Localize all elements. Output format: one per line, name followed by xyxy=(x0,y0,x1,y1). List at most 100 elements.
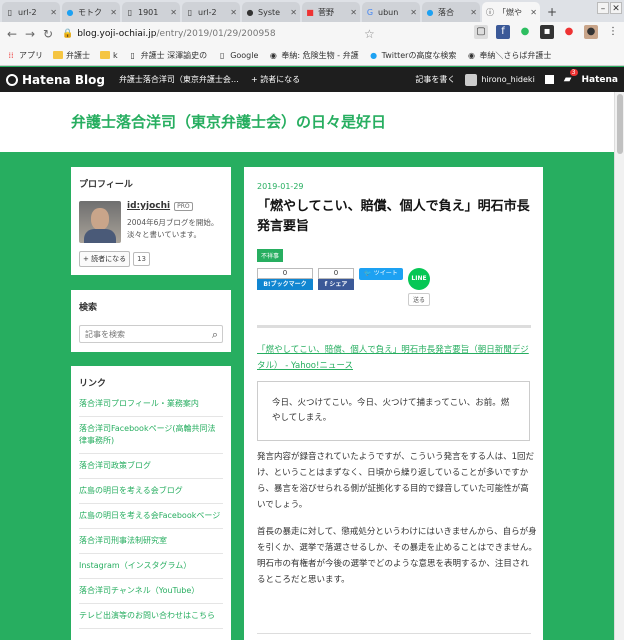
bookmark-item[interactable]: k xyxy=(100,50,118,61)
browser-tab[interactable]: ▯ url-2 ✕ xyxy=(182,2,240,22)
bookmarks-bar: ⁞⁞ アプリ 弁護士 k ▯ 弁護士 深澤諭史の ▯ Google ◉ 奉納: 危険生物… xyxy=(0,46,624,66)
extension-icon[interactable]: ▢ xyxy=(474,25,488,39)
reload-button[interactable]: ↻ xyxy=(40,26,56,42)
hatena-bookmark-share[interactable]: 0 B!ブックマーク xyxy=(257,268,313,290)
bookmark-item[interactable]: ● Twitterの高度な検索 xyxy=(369,50,456,61)
apps-icon: ⁞⁞ xyxy=(8,50,14,60)
hatena-brand-link[interactable]: Hatena xyxy=(582,75,619,85)
close-icon[interactable]: ✕ xyxy=(170,8,177,17)
profile-id-link[interactable]: id:yjochi xyxy=(127,201,170,211)
link-item[interactable]: 落合洋司刑事法制研究室 xyxy=(79,529,223,554)
link-item[interactable]: 落合洋司チャンネル（YouTube） xyxy=(79,579,223,604)
bookmark-item[interactable]: ◉ 奉納: 危険生物 - 弁護 xyxy=(268,50,359,61)
line-icon[interactable]: LINE xyxy=(408,268,430,290)
close-icon[interactable]: ✕ xyxy=(350,8,357,17)
browser-tab[interactable]: ● モトク ✕ xyxy=(62,2,120,22)
link-item[interactable]: テレビ出演等のお問い合わせはこちら xyxy=(79,604,223,629)
extension-icon[interactable]: ▪ xyxy=(540,25,554,39)
close-icon[interactable]: ✕ xyxy=(470,8,477,17)
link-item[interactable]: 落合洋司政策ブログ xyxy=(79,454,223,479)
user-menu[interactable]: hirono_hideki xyxy=(481,75,534,84)
bookmark-item[interactable]: ▯ 弁護士 深澤諭史の xyxy=(128,50,207,61)
subscribe-link[interactable]: + 読者になる xyxy=(251,74,300,85)
link-item[interactable]: 広島の明日を考える会ブログ xyxy=(79,479,223,504)
bookmark-item[interactable]: ▯ Google xyxy=(217,51,258,61)
scrollbar-thumb[interactable] xyxy=(617,94,623,154)
close-icon[interactable]: ✕ xyxy=(410,8,417,17)
pro-badge: PRO xyxy=(174,201,193,211)
twitter-icon: ● xyxy=(426,7,434,17)
bookmark-item[interactable]: 弁護士 xyxy=(53,50,90,61)
browser-tab[interactable]: ■ 菅野 ✕ xyxy=(302,2,360,22)
close-icon[interactable]: ✕ xyxy=(50,8,57,17)
browser-tab[interactable]: ● Syste ✕ xyxy=(242,2,300,22)
facebook-share-count: 0 xyxy=(318,268,354,279)
link-item[interactable]: 広島の明日を考える会Facebookページ xyxy=(79,504,223,529)
article-title[interactable]: 「燃やしてこい、賠償、個人で負え」明石市長発言要旨 xyxy=(257,197,535,237)
address-bar: ← → ↻ 🔒 blog.yoji-ochiai.jp/entry/2019/0… xyxy=(0,22,624,46)
new-tab-button[interactable]: + xyxy=(544,5,560,19)
search-input[interactable] xyxy=(85,329,205,339)
line-share[interactable]: LINE 送る xyxy=(408,268,430,306)
subscribe-button[interactable]: + 読者になる xyxy=(79,251,131,267)
facebook-share[interactable]: 0 f シェア xyxy=(318,268,354,290)
browser-tab[interactable]: ▯ 1901 ✕ xyxy=(122,2,180,22)
article: 2019-01-29 「燃やしてこい、賠償、個人で負え」明石市長発言要旨 不祥事… xyxy=(244,167,543,640)
profile-avatar[interactable]: ● xyxy=(584,25,598,39)
close-icon[interactable]: ✕ xyxy=(230,8,237,17)
profile-id-line: id:yjochi PRO xyxy=(127,201,193,211)
facebook-share-button[interactable]: f シェア xyxy=(318,279,354,290)
hatena-bookmark-count: 0 xyxy=(257,268,313,279)
search-icon[interactable]: ⌕ xyxy=(212,328,218,342)
link-item[interactable]: 落合洋司プロフィール・業務案内 xyxy=(79,395,223,417)
close-icon[interactable]: ✕ xyxy=(530,8,537,17)
notification-icon[interactable]: ▰ 3 xyxy=(564,69,578,85)
hatena-blog-logo[interactable]: Hatena Blog xyxy=(6,73,105,87)
hatena-bookmark-button[interactable]: B!ブックマーク xyxy=(257,279,313,290)
bookmark-item[interactable]: ◉ 奉納＼さらば弁護士 xyxy=(466,50,552,61)
evernote-icon[interactable]: ● xyxy=(518,25,532,39)
article-date[interactable]: 2019-01-29 xyxy=(257,182,304,191)
bookmark-item[interactable]: ⁞⁞ アプリ xyxy=(6,50,43,61)
apps-grid-icon[interactable] xyxy=(544,75,554,84)
write-post-link[interactable]: 記事を書く xyxy=(415,74,455,85)
minimize-button[interactable]: – xyxy=(597,2,609,14)
profile-photo[interactable] xyxy=(79,201,121,243)
article-paragraph: 首長の暴走に対して、懲戒処分というわけにはいきませんから、自らが身を引くか、選挙… xyxy=(257,527,537,585)
bookmark-star-icon[interactable]: ☆ xyxy=(364,27,375,41)
back-button[interactable]: ← xyxy=(4,26,20,42)
facebook-icon[interactable]: f xyxy=(496,25,510,39)
doc-icon: ▯ xyxy=(127,7,133,17)
menu-icon[interactable]: ⋮ xyxy=(606,25,620,39)
hatena-icon: ◉ xyxy=(467,50,475,60)
browser-tab[interactable]: ▯ url-2 ✕ xyxy=(2,2,60,22)
google-icon: G xyxy=(366,7,374,17)
source-link[interactable]: 「燃やしてこい、賠償、個人で負え」明石市長発言要旨（朝日新聞デジタル） - Ya… xyxy=(257,342,532,374)
hatena-header: Hatena Blog 弁護士落合洋司（東京弁護士会… + 読者になる 記事を書… xyxy=(0,67,624,92)
blockquote: 今日、火つけてこい。今日、火つけて捕まってこい、お前。燃やしてしまえ。 xyxy=(257,381,530,441)
scrollbar[interactable] xyxy=(614,92,624,640)
twitter-icon: ● xyxy=(370,50,378,60)
forward-button[interactable]: → xyxy=(22,26,38,42)
browser-tab[interactable]: ● 落合 ✕ xyxy=(422,2,480,22)
line-send-button[interactable]: 送る xyxy=(408,293,430,306)
close-window-button[interactable]: ✕ xyxy=(610,2,622,14)
blog-title[interactable]: 弁護士落合洋司（東京弁護士会）の日々是好日 xyxy=(71,111,386,132)
github-icon: ● xyxy=(246,7,254,17)
user-avatar[interactable] xyxy=(465,73,478,86)
twitter-icon: ● xyxy=(66,7,74,17)
links-heading: リンク xyxy=(79,379,107,389)
browser-tab-bar: ▯ url-2 ✕ ● モトク ✕ ▯ 1901 ✕ ▯ url-2 ✕ ● Syste ✕ ■ 菅野… xyxy=(0,0,624,22)
chrome-icon[interactable]: ● xyxy=(562,25,576,39)
browser-tab[interactable]: Gubun ✕ xyxy=(362,2,420,22)
close-icon[interactable]: ✕ xyxy=(110,8,117,17)
close-icon[interactable]: ✕ xyxy=(290,8,297,17)
tweet-button[interactable]: 🐦 ツイート xyxy=(359,268,403,280)
link-item[interactable]: 落合洋司Facebookページ(高輪共同法律事務所) xyxy=(79,417,223,454)
category-badge[interactable]: 不祥事 xyxy=(257,249,284,262)
url-field[interactable]: 🔒 blog.yoji-ochiai.jp/entry/2019/01/29/2… xyxy=(62,25,362,43)
doc-icon: ▯ xyxy=(7,7,13,17)
browser-tab-active[interactable]: ⓘ 「燃や ✕ xyxy=(482,2,540,22)
link-item[interactable]: Instagram（インスタグラム） xyxy=(79,554,223,579)
blog-menu[interactable]: 弁護士落合洋司（東京弁護士会… xyxy=(119,74,239,85)
